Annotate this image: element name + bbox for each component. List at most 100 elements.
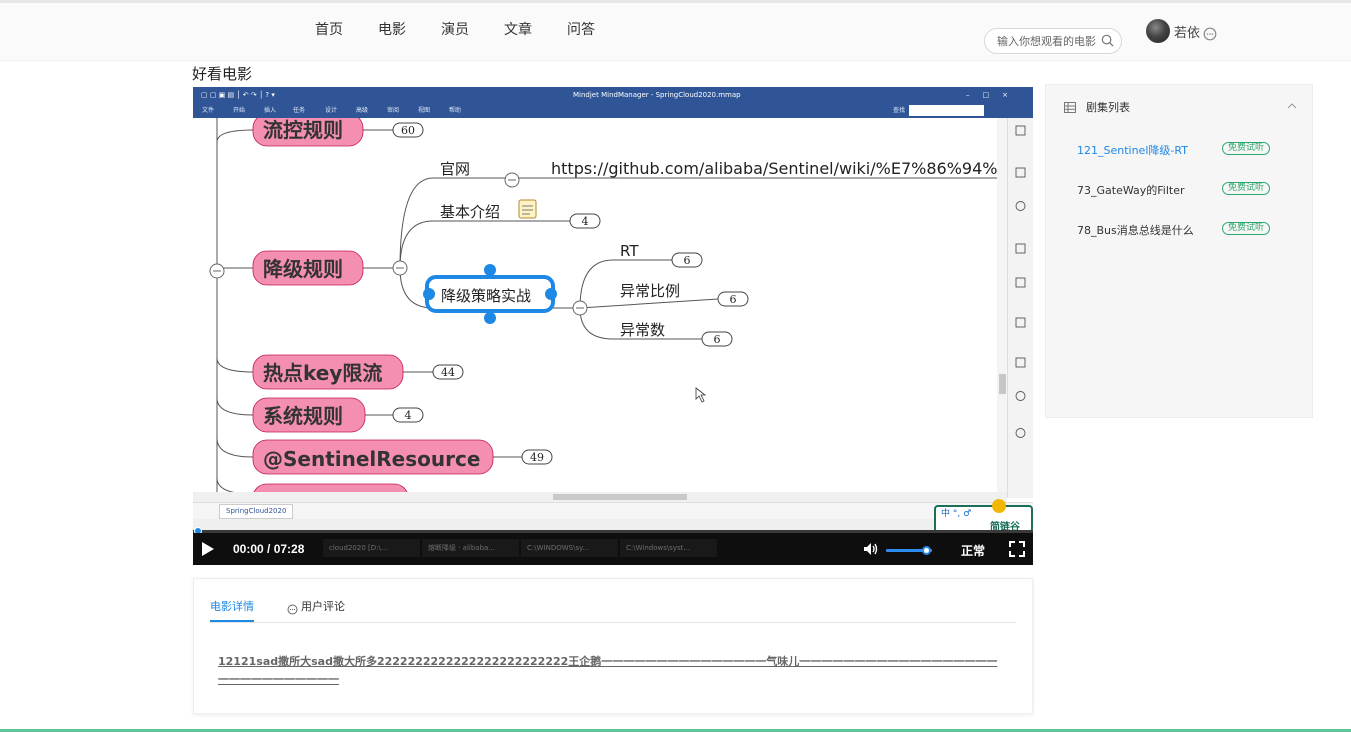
brand-badge-icon [992,499,1006,513]
fullscreen-icon[interactable] [1009,541,1025,557]
nav-home[interactable]: 首页 [304,21,354,39]
find-label: 查找 [893,107,906,114]
document-tab-strip: SpringCloud2020 [193,502,1033,519]
tab-user-comments[interactable]: 用户评论 [301,599,345,615]
document-tab: SpringCloud2020 [219,504,294,519]
avatar[interactable] [1146,19,1170,43]
playlist-title: 剧集列表 [1086,101,1130,114]
comment-icon [287,600,298,619]
movie-detail-panel: 电影详情 用户评论 12121sad撒所大sad撒大所多222222222222… [193,578,1033,714]
badge-rt-count: 6 [684,254,691,267]
node-system-label: 系统规则 [263,404,343,428]
free-trial-badge: 免费试听 [1222,142,1271,155]
side-toolbar-icons [1015,125,1026,438]
player-controls: cloud2020 [D:\... 熔断降级 · alibaba... C:\W… [193,533,1033,565]
play-icon[interactable] [202,542,214,556]
mindmanager-ribbon-menu: 文件 开始 插入 任务 设计 高级 审阅 视图 帮助 查找 [193,103,1033,118]
badge-intro-count: 4 [582,215,589,228]
menu-help: 帮助 [449,107,462,114]
badge-flow-count: 60 [401,124,415,137]
taskbar-item: C:\Windows\syst... [620,539,717,557]
node-strategy-label: 降级策略实战 [441,287,531,305]
node-flow-label: 流控规则 [263,118,343,142]
playlist-item[interactable]: 78_Bus消息总线是什么 免费试听 [1077,222,1297,238]
menu-view: 视图 [418,107,431,114]
menu-task: 任务 [293,107,306,114]
volume-slider[interactable] [886,546,932,555]
playlist-item[interactable]: 73_GateWay的Filter 免费试听 [1077,182,1297,198]
menu-insert: 插入 [264,107,277,114]
main-nav: 首页 电影 演员 文章 问答 [304,21,619,39]
chevron-up-icon[interactable] [1287,103,1297,109]
mindmanager-window-title: Mindjet MindManager - SpringCloud2020.mm… [573,91,741,99]
search-input[interactable] [985,29,1097,53]
movie-description: 12121sad撒所大sad撒大所多2222222222222222222222… [218,655,998,686]
detail-tabs: 电影详情 用户评论 [210,599,1016,623]
node-intro-label: 基本介绍 [440,203,500,221]
menu-design: 设计 [325,107,338,114]
volume-icon[interactable] [863,542,879,556]
user-name[interactable]: 若依 [1174,22,1200,41]
tab-movie-detail[interactable]: 电影详情 [210,599,254,622]
search-icon[interactable] [1101,34,1114,47]
episode-name[interactable]: 121_Sentinel降级-RT [1077,142,1188,158]
taskbar-item: 熔断降级 · alibaba... [422,539,519,557]
playlist-header: 剧集列表 [1064,99,1130,115]
node-hotkey-label: 热点key限流 [263,361,382,385]
volume-handle[interactable] [922,546,931,555]
taskbar-item: cloud2020 [D:\... [323,539,420,557]
badge-ratio-count: 6 [730,293,737,306]
mindmap-canvas: 流控规则 降级规则 热点key限流 系统规则 @SentinelResource… [193,118,1007,498]
window-controls-icon: –□× [966,91,1021,99]
node-official-url: https://github.com/alibaba/Sentinel/wiki… [551,159,997,178]
brand-logo: 中 °, ♂ 简链谷 [934,499,1033,533]
playlist-item[interactable]: 121_Sentinel降级-RT 免费试听 [1077,142,1297,158]
node-rt-label: RT [620,242,639,260]
menu-advanced: 高级 [356,107,369,114]
volume-fill [886,549,923,552]
search-box [984,28,1122,54]
vertical-scrollbar [997,118,1007,498]
mindmanager-titlebar: ▢ ▢ ▣ ▤ │ ↶ ↷ │ ? ▾ Mindjet MindManager … [193,87,1033,103]
node-ratio-label: 异常比例 [620,282,680,300]
nav-qa[interactable]: 问答 [556,21,606,39]
horizontal-scroll-thumb [553,494,687,500]
site-header: 首页 电影 演员 文章 问答 若依 [0,3,1351,61]
taskbar-item: C:\WINDOWS\sy... [521,539,618,557]
quick-toolbar-icons: ▢ ▢ ▣ ▤ │ ↶ ↷ │ ? ▾ [201,91,275,99]
free-trial-badge: 免费试听 [1222,182,1271,195]
episode-name[interactable]: 73_GateWay的Filter [1077,182,1185,198]
vertical-scroll-thumb [999,374,1006,394]
node-official-label: 官网 [440,160,470,178]
episode-name[interactable]: 78_Bus消息总线是什么 [1077,222,1194,238]
menu-review: 审阅 [387,107,400,114]
badge-hotkey-count: 44 [441,366,455,379]
time-display: 00:00 / 07:28 [233,542,305,556]
windows-taskbar: cloud2020 [D:\... 熔断降级 · alibaba... C:\W… [323,539,719,557]
badge-count-count: 6 [714,333,721,346]
nav-movies[interactable]: 电影 [367,21,417,39]
message-icon[interactable] [1203,27,1217,41]
video-frame[interactable]: ▢ ▢ ▣ ▤ │ ↶ ↷ │ ? ▾ Mindjet MindManager … [193,87,1033,533]
free-trial-badge: 免费试听 [1222,222,1271,235]
video-player[interactable]: ▢ ▢ ▣ ▤ │ ↶ ↷ │ ? ▾ Mindjet MindManager … [193,87,1033,565]
mouse-cursor-icon [695,387,707,403]
menu-file: 文件 [202,107,215,114]
menu-start: 开始 [233,107,246,114]
user-menu[interactable]: 若依 [1146,19,1217,43]
badge-system-count: 4 [405,409,412,422]
node-count-label: 异常数 [620,321,665,339]
nav-articles[interactable]: 文章 [493,21,543,39]
list-icon [1064,101,1076,113]
playback-speed[interactable]: 正常 [961,542,985,559]
horizontal-scrollbar [193,492,1007,502]
nav-actors[interactable]: 演员 [430,21,480,39]
side-toolbar [1007,118,1033,498]
node-degrade-label: 降级规则 [263,257,343,281]
badge-resource-count: 49 [530,451,544,464]
page-title: 好看电影 [192,65,253,83]
episode-playlist: 剧集列表 121_Sentinel降级-RT 免费试听 73_GateWay的F… [1045,84,1313,418]
node-resource-label: @SentinelResource [263,447,480,471]
ime-indicator-icon: 中 °, ♂ [941,509,972,519]
find-field [909,105,984,116]
